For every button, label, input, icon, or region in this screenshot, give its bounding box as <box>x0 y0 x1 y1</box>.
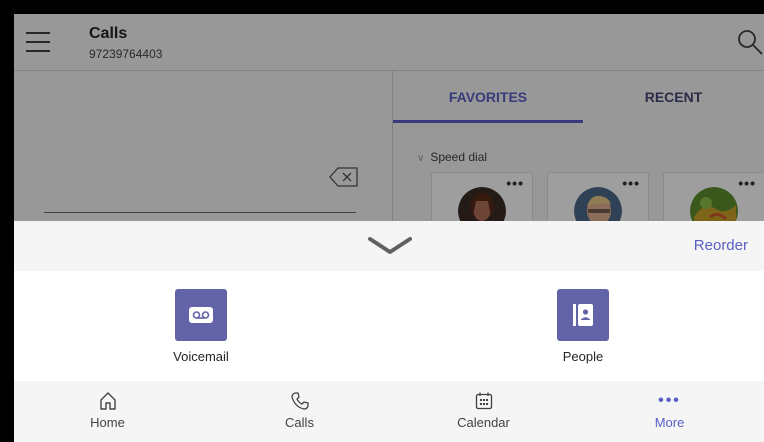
people-button[interactable]: People <box>513 289 653 364</box>
contacts-book-icon <box>557 289 609 341</box>
calendar-icon <box>390 390 577 412</box>
nav-label-home: Home <box>90 415 125 430</box>
nav-label-calls: Calls <box>285 415 314 430</box>
bottom-navigation: Home Calls Calendar ••• More <box>14 381 764 442</box>
app-screen: Calls 97239764403 FAVORITES RECENT ∨ Spee… <box>14 14 764 442</box>
nav-item-calendar[interactable]: Calendar <box>390 381 577 442</box>
reorder-button[interactable]: Reorder <box>694 237 748 254</box>
nav-item-calls[interactable]: Calls <box>206 381 393 442</box>
modal-overlay[interactable] <box>14 14 764 221</box>
voicemail-label: Voicemail <box>173 349 229 364</box>
more-apps-sheet: Voicemail People <box>14 271 764 381</box>
home-icon <box>14 390 201 412</box>
voicemail-icon <box>175 289 227 341</box>
people-label: People <box>562 349 604 364</box>
voicemail-button[interactable]: Voicemail <box>131 289 271 364</box>
sheet-header: Reorder <box>14 221 764 271</box>
more-dots-glyph: ••• <box>658 392 681 409</box>
nav-label-more: More <box>654 415 685 430</box>
nav-label-calendar: Calendar <box>457 415 510 430</box>
nav-item-home[interactable]: Home <box>14 381 201 442</box>
phone-icon <box>206 390 393 412</box>
nav-item-more[interactable]: ••• More <box>576 381 763 442</box>
chevron-down-icon[interactable] <box>368 236 412 256</box>
more-dots-icon: ••• <box>576 390 763 412</box>
